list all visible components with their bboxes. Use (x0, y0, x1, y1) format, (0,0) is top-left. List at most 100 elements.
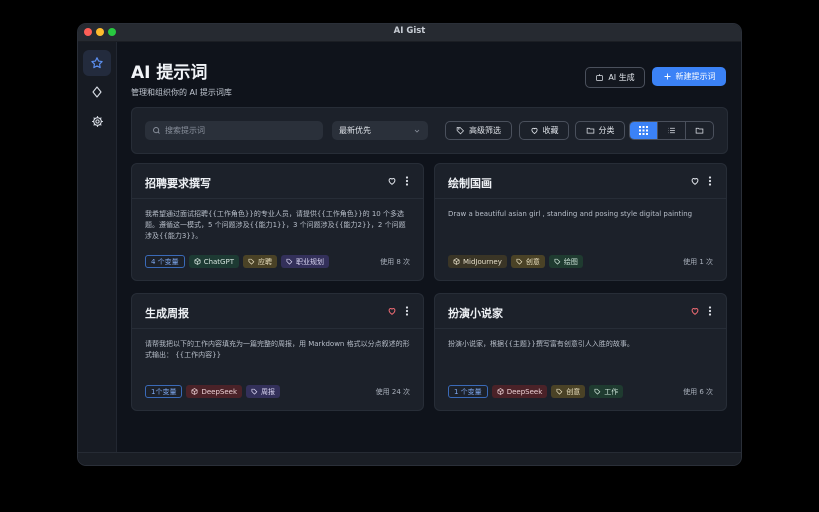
grid-icon (639, 126, 648, 135)
card-divider (435, 198, 726, 199)
tag-chip[interactable]: 创意 (510, 255, 545, 268)
card-title: 招聘要求撰写 (145, 177, 211, 190)
cube-icon (453, 258, 460, 265)
prompt-card[interactable]: 扮演小说家 扮演小说家，根据{{主题}}撰写富有创意引人入胜的故事。 1 个变量… (434, 293, 727, 411)
tag-label: 职业规划 (295, 257, 324, 266)
model-name: DeepSeek (201, 387, 238, 396)
usage-count: 使用 8 次 (380, 257, 410, 266)
card-title: 绘制国画 (448, 177, 492, 190)
search-box[interactable] (145, 121, 323, 140)
more-options-icon[interactable] (405, 306, 409, 316)
tag-chip[interactable]: 绘图 (548, 255, 583, 268)
app-window: AI Gist AI 提示词 管理和组织你的 AI 提示词库 AI 生成 新建提… (78, 24, 741, 465)
prompt-card[interactable]: 绘制国画 Draw a beautiful asian girl , stand… (434, 163, 727, 281)
window-title: AI Gist (393, 26, 426, 36)
more-options-icon[interactable] (405, 176, 409, 186)
tag-chip[interactable]: 周报 (246, 385, 281, 398)
list-icon (667, 126, 676, 135)
category-label: 分类 (598, 126, 615, 135)
heart-icon[interactable] (387, 176, 397, 186)
model-tag[interactable]: DeepSeek (491, 385, 548, 398)
folder-view-button[interactable] (685, 122, 713, 139)
tag-chip[interactable]: 工作 (589, 385, 624, 398)
card-description: 请帮我把以下的工作内容填充为一篇完整的周报，用 Markdown 格式以分点叙述… (145, 340, 410, 359)
folder-icon (695, 126, 704, 135)
search-input[interactable] (165, 126, 315, 135)
heart-icon[interactable] (690, 176, 700, 186)
robot-icon (595, 73, 604, 82)
cube-icon (194, 258, 201, 265)
tag-label: 应聘 (257, 257, 272, 266)
prompt-card[interactable]: 招聘要求撰写 我希望通过面试招聘{{工作角色}}的专业人员，请提供{{工作角色}… (131, 163, 424, 281)
new-prompt-button[interactable]: 新建提示词 (652, 67, 726, 86)
tag-chip[interactable]: 创意 (551, 385, 586, 398)
tag-icon (286, 258, 293, 265)
sidebar-item-prompts[interactable] (83, 50, 111, 76)
tag-label: 绘图 (563, 257, 578, 266)
filter-toolbar: 最新优先 高级筛选 收藏 分类 (131, 107, 728, 154)
model-tag[interactable]: DeepSeek (186, 385, 243, 398)
gear-icon (91, 115, 104, 128)
advanced-filter-button[interactable]: 高级筛选 (445, 121, 512, 140)
model-tag[interactable]: ChatGPT (188, 255, 239, 268)
variable-count-badge: 1个变量 (145, 385, 183, 398)
usage-count: 使用 1 次 (683, 257, 713, 266)
card-description: Draw a beautiful asian girl , standing a… (448, 210, 693, 218)
variable-count-badge: 4 个变量 (145, 255, 185, 268)
diamond-icon (91, 86, 103, 98)
sort-select[interactable]: 最新优先 (332, 121, 428, 140)
usage-count: 使用 24 次 (375, 387, 410, 396)
tag-icon (456, 126, 465, 135)
page-subtitle: 管理和组织你的 AI 提示词库 (131, 88, 232, 97)
tag-label: 创意 (525, 257, 540, 266)
category-button[interactable]: 分类 (575, 121, 625, 140)
model-name: MidJourney (463, 257, 502, 266)
model-tag[interactable]: MidJourney (448, 255, 507, 268)
favorites-button[interactable]: 收藏 (519, 121, 569, 140)
sidebar-item-settings[interactable] (83, 108, 111, 134)
more-options-icon[interactable] (708, 306, 712, 316)
tag-icon (516, 258, 523, 265)
sidebar-item-models[interactable] (83, 79, 111, 105)
model-name: DeepSeek (506, 387, 543, 396)
card-divider (132, 198, 423, 199)
prompt-card[interactable]: 生成周报 请帮我把以下的工作内容填充为一篇完整的周报，用 Markdown 格式… (131, 293, 424, 411)
card-description: 扮演小说家，根据{{主题}}撰写富有创意引人入胜的故事。 (448, 340, 634, 348)
cube-icon (191, 388, 198, 395)
tag-icon (556, 388, 563, 395)
usage-count: 使用 6 次 (683, 387, 713, 396)
grid-view-button[interactable] (630, 122, 657, 139)
ai-generate-button[interactable]: AI 生成 (585, 67, 645, 88)
tag-label: 工作 (604, 387, 619, 396)
tag-label: 周报 (261, 387, 276, 396)
title-bar: AI Gist (78, 24, 741, 42)
model-name: ChatGPT (203, 257, 234, 266)
tag-icon (251, 388, 258, 395)
tag-icon (594, 388, 601, 395)
sort-value: 最新优先 (339, 126, 371, 135)
sidebar (78, 42, 117, 453)
new-prompt-label: 新建提示词 (675, 72, 716, 81)
more-options-icon[interactable] (708, 176, 712, 186)
tag-icon (554, 258, 561, 265)
tag-icon (248, 258, 255, 265)
cube-icon (497, 388, 504, 395)
tag-label: 创意 (566, 387, 581, 396)
tag-chip[interactable]: 职业规划 (280, 255, 329, 268)
variable-count-badge: 1 个变量 (448, 385, 488, 398)
heart-icon (530, 126, 539, 135)
heart-icon[interactable] (690, 306, 700, 316)
folder-icon (586, 126, 595, 135)
heart-icon[interactable] (387, 306, 397, 316)
plus-icon (663, 72, 672, 81)
search-icon (152, 126, 161, 135)
list-view-button[interactable] (657, 122, 685, 139)
card-title: 生成周报 (145, 307, 189, 320)
tag-chip[interactable]: 应聘 (242, 255, 277, 268)
main-content: AI 提示词 管理和组织你的 AI 提示词库 AI 生成 新建提示词 最新优先 (117, 42, 741, 453)
page-title: AI 提示词 (131, 63, 208, 83)
view-mode-group (629, 121, 714, 140)
chevron-down-icon (413, 127, 421, 135)
card-divider (435, 328, 726, 329)
status-bar (78, 452, 741, 465)
